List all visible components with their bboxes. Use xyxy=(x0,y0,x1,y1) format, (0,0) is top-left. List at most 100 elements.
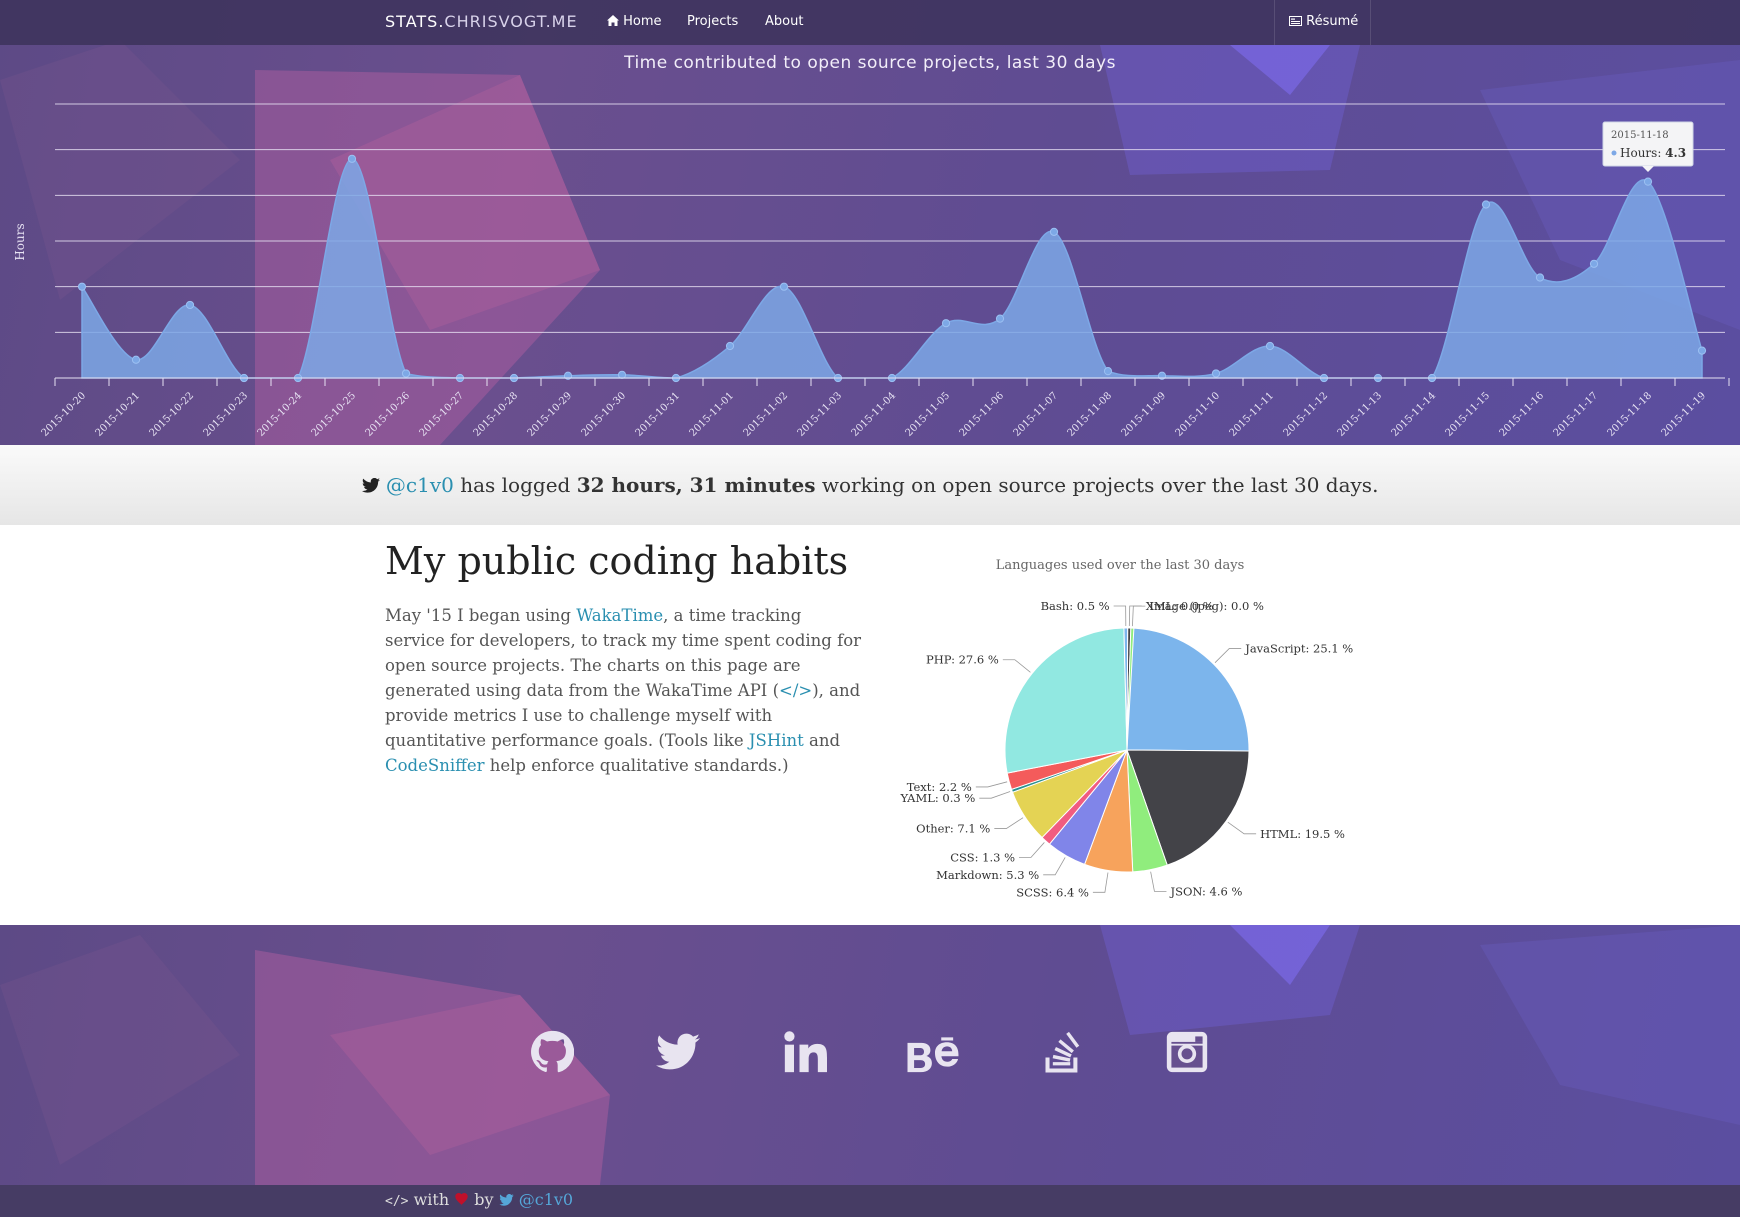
pie-slice[interactable] xyxy=(1126,627,1250,752)
x-tick-label: 2015-11-06 xyxy=(958,390,1007,439)
data-point[interactable] xyxy=(725,341,735,351)
nav-home-label: Home xyxy=(623,14,662,29)
pie-connector xyxy=(1128,605,1142,627)
behance-icon[interactable] xyxy=(907,1030,963,1074)
twitter-handle-link[interactable]: @c1v0 xyxy=(386,473,454,497)
x-tick-label: 2015-11-01 xyxy=(688,390,737,439)
x-tick-label: 2015-10-27 xyxy=(418,390,467,439)
data-point[interactable] xyxy=(941,319,951,328)
nav-projects[interactable]: Projects xyxy=(687,14,738,29)
data-point[interactable] xyxy=(401,369,411,378)
codesniffer-link[interactable]: CodeSniffer xyxy=(385,756,484,775)
polygon-background-footer xyxy=(0,925,1740,1185)
data-point[interactable] xyxy=(1103,367,1113,376)
card-icon xyxy=(1289,16,1302,26)
x-tick-label: 2015-11-02 xyxy=(742,390,791,439)
data-point[interactable] xyxy=(131,355,141,364)
x-tick-label: 2015-11-12 xyxy=(1282,390,1331,439)
twitter-icon[interactable] xyxy=(656,1030,700,1074)
data-point[interactable] xyxy=(1211,369,1221,378)
area-chart: Time contributed to open source projects… xyxy=(13,53,1730,439)
pie-label: Markdown: 5.3 % xyxy=(936,868,1039,882)
chart-title: Time contributed to open source projects… xyxy=(623,53,1116,73)
x-tick-label: 2015-11-04 xyxy=(850,390,899,439)
data-point[interactable] xyxy=(185,300,195,310)
data-point[interactable] xyxy=(77,282,87,291)
pie-connector xyxy=(1214,648,1242,663)
data-point[interactable] xyxy=(1697,346,1707,355)
pie-slice[interactable] xyxy=(1004,627,1128,774)
api-code-link[interactable]: </> xyxy=(779,681,812,700)
nav-resume[interactable]: Résumé xyxy=(1274,0,1371,45)
x-tick-label: 2015-11-18 xyxy=(1606,390,1655,439)
tweet-text-2: working on open source projects over the… xyxy=(815,473,1379,497)
x-tick-label: 2015-10-21 xyxy=(94,390,143,439)
github-icon[interactable] xyxy=(530,1030,574,1074)
x-tick-label: 2015-10-20 xyxy=(40,390,89,439)
instagram-icon[interactable] xyxy=(1165,1030,1209,1074)
home-icon xyxy=(607,15,619,26)
x-tick-label: 2015-10-29 xyxy=(526,390,575,439)
footer-section xyxy=(0,925,1740,1185)
linkedin-icon[interactable] xyxy=(783,1030,827,1074)
data-point[interactable] xyxy=(1049,227,1059,236)
pie-connector xyxy=(1150,871,1167,892)
pie-slices xyxy=(1004,627,1250,873)
x-tick-label: 2015-11-16 xyxy=(1498,390,1547,439)
chart-tooltip: 2015-11-18 Hours: 4.3 xyxy=(1602,121,1694,172)
pie-connector xyxy=(1113,605,1127,627)
x-tick-label: 2015-11-14 xyxy=(1390,390,1439,439)
tweet-hours: 32 hours, 31 minutes xyxy=(576,473,816,497)
content-section: My public coding habits May '15 I began … xyxy=(0,525,1740,925)
x-tick-label: 2015-11-15 xyxy=(1444,390,1493,439)
x-tick-label: 2015-11-07 xyxy=(1012,390,1061,439)
data-point[interactable] xyxy=(1589,259,1599,268)
nav-about[interactable]: About xyxy=(765,14,803,29)
page-title: My public coding habits xyxy=(385,539,849,583)
pie-label: Other: 7.1 % xyxy=(916,822,990,836)
habits-description: May '15 I began using WakaTime, a time t… xyxy=(385,606,862,775)
data-point[interactable] xyxy=(1481,200,1491,209)
pie-label: Text: 2.2 % xyxy=(907,780,972,794)
pie-label: PHP: 27.6 % xyxy=(926,653,999,667)
stackoverflow-icon[interactable] xyxy=(1040,1030,1084,1074)
x-tick-label: 2015-11-17 xyxy=(1552,390,1601,439)
x-tick-label: 2015-10-26 xyxy=(364,390,413,439)
x-tick-label: 2015-11-10 xyxy=(1174,390,1223,439)
tweet-bar: @c1v0 has logged 32 hours, 31 minutes wo… xyxy=(0,445,1740,525)
wakatime-link[interactable]: WakaTime xyxy=(576,606,663,625)
data-point[interactable] xyxy=(1265,341,1275,351)
bottom-bar: </> with by @c1v0 xyxy=(0,1185,1740,1217)
data-point[interactable] xyxy=(347,154,357,163)
heart-icon xyxy=(455,1193,468,1206)
jshint-link[interactable]: JSHint xyxy=(749,731,804,750)
pie-connector xyxy=(1132,605,1146,627)
data-point[interactable] xyxy=(995,314,1005,323)
pie-chart-title: Languages used over the last 30 days xyxy=(996,558,1245,573)
x-tick-label: 2015-10-23 xyxy=(202,390,251,439)
footer-twitter-link[interactable]: @c1v0 xyxy=(519,1190,573,1209)
credit-with: with xyxy=(408,1190,455,1209)
data-point[interactable] xyxy=(779,282,789,291)
tooltip-date: 2015-11-18 xyxy=(1611,130,1669,141)
data-point[interactable] xyxy=(1535,273,1545,282)
nav-home[interactable]: Home xyxy=(607,14,662,29)
x-tick-label: 2015-11-08 xyxy=(1066,390,1115,439)
tooltip-arrow xyxy=(1642,166,1654,172)
pie-connector xyxy=(1227,821,1257,835)
brand-logo[interactable]: STATS.CHRISVOGT.ME xyxy=(385,12,578,31)
pie-connector xyxy=(1002,659,1031,673)
pie-connector xyxy=(979,791,1011,799)
data-point[interactable] xyxy=(1643,177,1653,186)
data-point[interactable] xyxy=(617,370,627,379)
credit-by: by xyxy=(469,1190,499,1209)
tooltip-marker xyxy=(1611,150,1617,156)
x-tick-label: 2015-11-05 xyxy=(904,390,953,439)
tweet-text-1: has logged xyxy=(453,473,577,497)
area-series-fill xyxy=(81,158,1703,379)
x-tick-label: 2015-11-19 xyxy=(1660,390,1709,439)
x-tick-label: 2015-10-24 xyxy=(256,390,305,439)
x-tick-label: 2015-10-31 xyxy=(634,390,683,439)
x-tick-label: 2015-10-28 xyxy=(472,390,521,439)
x-tick-label: 2015-11-11 xyxy=(1228,390,1277,439)
